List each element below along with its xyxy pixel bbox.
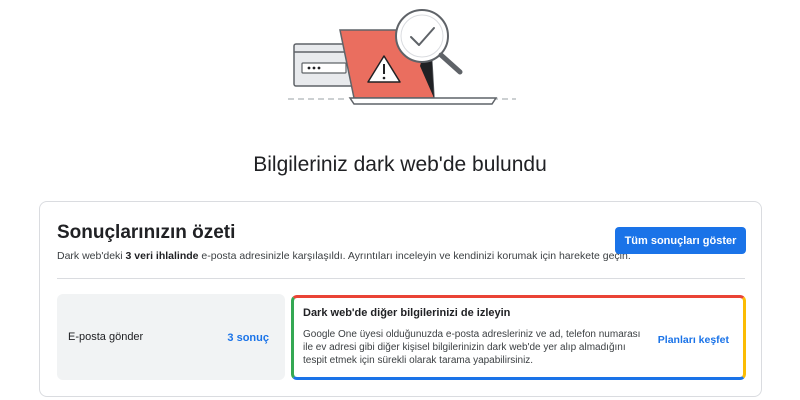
breach-count-text: 3 veri ihlalinde: [125, 250, 199, 262]
promo-body: Google One üyesi olduğunuzda e-posta adr…: [303, 329, 641, 366]
summary-desc-prefix: Dark web'deki: [57, 250, 126, 262]
email-result-label: E-posta gönder: [68, 331, 144, 343]
summary-desc-suffix: e-posta adresinizle karşılaşıldı. Ayrınt…: [198, 250, 631, 262]
promo-title: Dark web'de diğer bilgilerinizi de izley…: [303, 307, 511, 319]
explore-plans-link[interactable]: Planları keşfet: [658, 334, 729, 346]
dark-web-alert-illustration: [280, 6, 520, 110]
show-all-results-button[interactable]: Tüm sonuçları göster: [615, 227, 746, 254]
email-result-row[interactable]: E-posta gönder 3 sonuç: [57, 294, 285, 380]
laptop-warning-icon: [288, 9, 516, 105]
google-one-promo-card: Dark web'de diğer bilgilerinizi de izley…: [291, 295, 746, 380]
results-summary-card: Sonuçlarınızın özeti Dark web'deki 3 ver…: [39, 201, 762, 397]
summary-description: Dark web'deki 3 veri ihlalinde e-posta a…: [57, 250, 631, 262]
summary-title: Sonuçlarınızın özeti: [57, 222, 236, 243]
page-title: Bilgileriniz dark web'de bulundu: [253, 153, 547, 176]
email-result-count-link[interactable]: 3 sonuç: [227, 332, 269, 344]
divider: [57, 278, 745, 279]
